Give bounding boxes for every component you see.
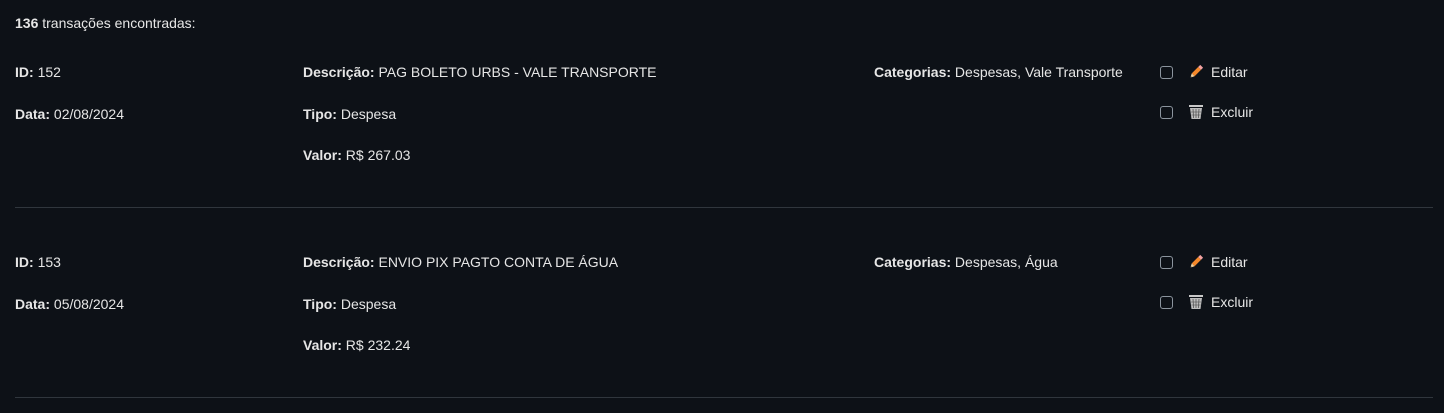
transaction-item: ID: 152 Data: 02/08/2024 Descrição: PAG … [0, 10, 1444, 200]
value-value: R$ 232.24 [345, 337, 411, 353]
transaction-item: ID: 153 Data: 05/08/2024 Descrição: ENVI… [0, 200, 1444, 390]
transaction-date: Data: 05/08/2024 [15, 294, 124, 314]
delete-action[interactable]: Excluir [1160, 102, 1253, 122]
transaction-value: Valor: R$ 267.03 [303, 145, 410, 165]
delete-checkbox[interactable] [1160, 295, 1173, 309]
description-value: PAG BOLETO URBS - VALE TRANSPORTE [378, 64, 657, 80]
type-label: Tipo: [303, 296, 337, 312]
description-value: ENVIO PIX PAGTO CONTA DE ÁGUA [378, 254, 619, 270]
value-value: R$ 267.03 [345, 147, 411, 163]
divider [15, 397, 1433, 398]
transaction-date: Data: 02/08/2024 [15, 104, 124, 124]
edit-checkbox[interactable] [1160, 255, 1173, 269]
id-label: ID: [15, 254, 34, 270]
edit-label[interactable]: Editar [1211, 252, 1248, 272]
transaction-description: Descrição: ENVIO PIX PAGTO CONTA DE ÁGUA [303, 252, 618, 272]
delete-checkbox[interactable] [1160, 105, 1173, 119]
transaction-type: Tipo: Despesa [303, 294, 396, 314]
delete-label[interactable]: Excluir [1211, 102, 1253, 122]
date-label: Data: [15, 296, 51, 312]
edit-action[interactable]: Editar [1160, 62, 1248, 82]
categories-value: Despesas, Vale Transporte [954, 64, 1123, 80]
value-label: Valor: [303, 147, 342, 163]
wastebasket-icon[interactable] [1187, 103, 1205, 121]
date-label: Data: [15, 106, 51, 122]
transaction-categories: Categorias: Despesas, Vale Transporte [874, 62, 1123, 82]
edit-action[interactable]: Editar [1160, 252, 1248, 272]
id-value: 153 [37, 254, 61, 270]
date-value: 02/08/2024 [53, 106, 124, 122]
transaction-id: ID: 152 [15, 62, 61, 82]
id-value: 152 [37, 64, 61, 80]
type-label: Tipo: [303, 106, 337, 122]
description-label: Descrição: [303, 64, 375, 80]
wastebasket-icon[interactable] [1187, 293, 1205, 311]
delete-label[interactable]: Excluir [1211, 292, 1253, 312]
type-value: Despesa [340, 106, 397, 122]
edit-label[interactable]: Editar [1211, 62, 1248, 82]
description-label: Descrição: [303, 254, 375, 270]
transaction-value: Valor: R$ 232.24 [303, 335, 410, 355]
date-value: 05/08/2024 [53, 296, 124, 312]
pencil-icon[interactable] [1187, 253, 1205, 271]
transaction-categories: Categorias: Despesas, Água [874, 252, 1058, 272]
transaction-id: ID: 153 [15, 252, 61, 272]
categories-label: Categorias: [874, 254, 952, 270]
pencil-icon[interactable] [1187, 63, 1205, 81]
delete-action[interactable]: Excluir [1160, 292, 1253, 312]
edit-checkbox[interactable] [1160, 65, 1173, 79]
id-label: ID: [15, 64, 34, 80]
value-label: Valor: [303, 337, 342, 353]
categories-value: Despesas, Água [954, 254, 1058, 270]
categories-label: Categorias: [874, 64, 952, 80]
transaction-description: Descrição: PAG BOLETO URBS - VALE TRANSP… [303, 62, 657, 82]
type-value: Despesa [340, 296, 397, 312]
transactions-page: 136 transações encontradas: ID: 152 Data… [0, 0, 1444, 413]
transaction-type: Tipo: Despesa [303, 104, 396, 124]
